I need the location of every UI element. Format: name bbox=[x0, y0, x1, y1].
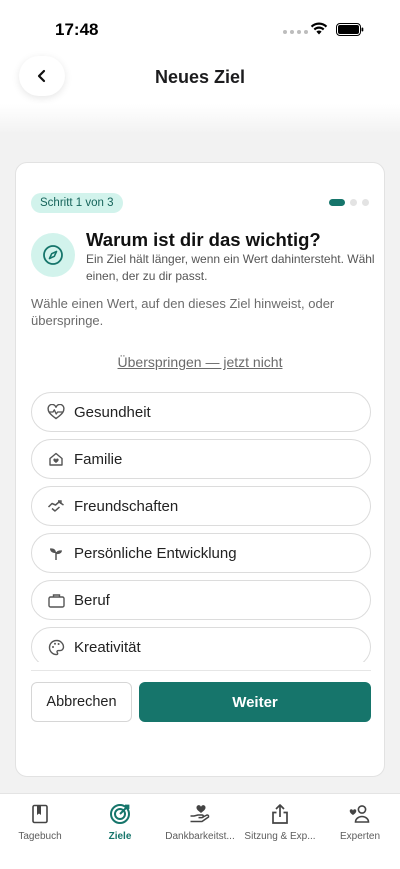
value-label: Persönliche Entwicklung bbox=[74, 544, 237, 562]
battery-icon bbox=[336, 23, 364, 36]
tab-label: Experten bbox=[339, 831, 381, 842]
tab-dankbarkeit[interactable]: Dankbarkeitst... bbox=[160, 802, 240, 842]
status-time: 17:48 bbox=[55, 20, 99, 39]
wifi-icon bbox=[310, 22, 328, 35]
value-label: Gesundheit bbox=[74, 403, 151, 421]
value-option-beruf[interactable]: Beruf bbox=[31, 580, 371, 620]
target-icon bbox=[110, 804, 130, 824]
cancel-button[interactable]: Abbrechen bbox=[31, 682, 132, 722]
progress-dot bbox=[350, 199, 357, 206]
compass-icon bbox=[43, 245, 63, 265]
value-label: Familie bbox=[74, 450, 123, 468]
home-icon bbox=[47, 450, 65, 468]
tab-label: Dankbarkeitst... bbox=[165, 831, 235, 842]
step-badge: Schritt 1 von 3 bbox=[31, 193, 123, 213]
status-bar: 17:48 bbox=[0, 0, 400, 56]
tab-sitzung[interactable]: Sitzung & Exp... bbox=[240, 802, 320, 842]
value-option-familie[interactable]: Familie bbox=[31, 439, 371, 479]
values-list[interactable]: Gesundheit Familie Freundschaften Persön… bbox=[31, 392, 371, 662]
next-button[interactable]: Weiter bbox=[139, 682, 371, 722]
tab-tagebuch[interactable]: Tagebuch bbox=[0, 802, 80, 842]
tab-label: Tagebuch bbox=[18, 831, 62, 842]
tab-label: Sitzung & Exp... bbox=[244, 831, 316, 842]
step-progress-indicator bbox=[329, 199, 369, 206]
progress-dot-active bbox=[329, 199, 345, 206]
question-title: Warum ist dir das wichtig? bbox=[86, 229, 321, 250]
instruction-text: Wähle einen Wert, auf den dieses Ziel hi… bbox=[31, 296, 335, 328]
page-title: Neues Ziel bbox=[154, 67, 246, 87]
tab-experten[interactable]: Experten bbox=[320, 802, 400, 842]
question-subtitle: Ein Ziel hält länger, wenn ein Wert dahi… bbox=[86, 252, 375, 283]
value-option-freundschaften[interactable]: Freundschaften bbox=[31, 486, 371, 526]
gratitude-icon bbox=[190, 805, 210, 823]
value-option-persoenliche-entwicklung[interactable]: Persönliche Entwicklung bbox=[31, 533, 371, 573]
heartbeat-icon bbox=[47, 403, 65, 421]
palette-icon bbox=[47, 638, 65, 656]
header-shadow bbox=[0, 104, 400, 134]
value-option-gesundheit[interactable]: Gesundheit bbox=[31, 392, 371, 432]
tab-bar: Tagebuch Ziele Dankbarkeitst... Sitzung … bbox=[0, 793, 400, 869]
progress-dot bbox=[362, 199, 369, 206]
skip-link[interactable]: Überspringen — jetzt nicht bbox=[16, 354, 384, 370]
value-label: Beruf bbox=[74, 591, 110, 609]
cellular-signal-icon bbox=[283, 30, 308, 34]
briefcase-icon bbox=[47, 591, 65, 609]
experts-icon bbox=[349, 805, 370, 823]
goal-step-card: Schritt 1 von 3 Warum ist dir das wichti… bbox=[15, 162, 385, 777]
value-label: Freundschaften bbox=[74, 497, 179, 515]
journal-icon bbox=[32, 804, 48, 824]
divider bbox=[31, 670, 371, 671]
nav-header: Neues Ziel bbox=[0, 56, 400, 104]
value-option-kreativitaet[interactable]: Kreativität bbox=[31, 627, 371, 662]
tab-label: Ziele bbox=[108, 831, 132, 842]
sprout-icon bbox=[47, 544, 65, 562]
value-label: Kreativität bbox=[74, 638, 141, 656]
share-icon bbox=[272, 804, 288, 824]
handshake-icon bbox=[47, 497, 65, 515]
tab-ziele[interactable]: Ziele bbox=[80, 802, 160, 842]
compass-badge bbox=[31, 233, 75, 277]
